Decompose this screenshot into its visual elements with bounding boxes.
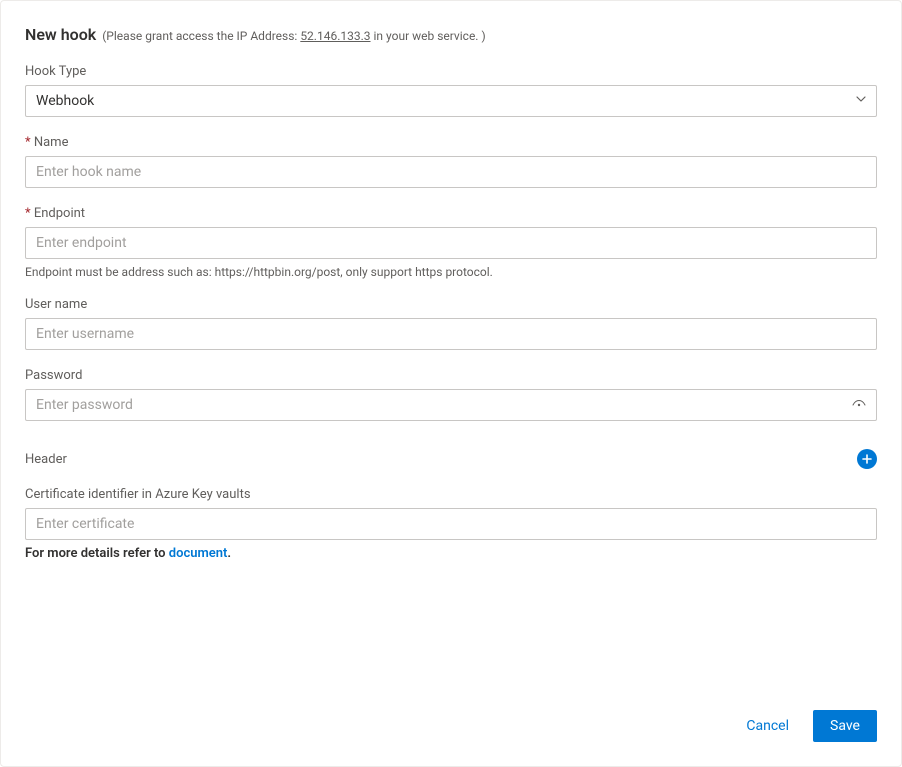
subtitle-suffix: in your web service. ): [371, 29, 486, 43]
username-label: User name: [25, 297, 877, 312]
password-field: Password: [25, 368, 877, 421]
eye-icon[interactable]: [851, 397, 867, 413]
details-prefix: For more details refer to: [25, 546, 169, 561]
details-suffix: .: [227, 546, 231, 561]
form-body: Hook Type Webhook Name Endpoint Endpoint…: [25, 64, 877, 694]
cancel-button[interactable]: Cancel: [730, 710, 805, 742]
plus-icon: [861, 453, 873, 465]
hook-type-select-wrapper: Webhook: [25, 85, 877, 117]
new-hook-panel: New hook (Please grant access the IP Add…: [0, 0, 902, 767]
details-text: For more details refer to document.: [25, 546, 877, 561]
panel-footer: Cancel Save: [25, 694, 877, 742]
certificate-input[interactable]: [25, 508, 877, 540]
endpoint-helper: Endpoint must be address such as: https:…: [25, 265, 877, 279]
hook-type-field: Hook Type Webhook: [25, 64, 877, 117]
document-link[interactable]: document: [169, 546, 228, 561]
name-field: Name: [25, 135, 877, 188]
password-input[interactable]: [25, 389, 877, 421]
save-button[interactable]: Save: [813, 710, 877, 742]
password-label: Password: [25, 368, 877, 383]
subtitle-prefix: (Please grant access the IP Address:: [102, 29, 300, 43]
hook-type-select[interactable]: Webhook: [25, 85, 877, 117]
password-wrapper: [25, 389, 877, 421]
username-field: User name: [25, 297, 877, 350]
ip-address: 52.146.133.3: [300, 29, 370, 43]
header-section-label: Header: [25, 452, 67, 467]
certificate-label: Certificate identifier in Azure Key vaul…: [25, 487, 877, 502]
name-label: Name: [25, 135, 877, 150]
page-subtitle: (Please grant access the IP Address: 52.…: [102, 29, 485, 43]
add-header-button[interactable]: [857, 449, 877, 469]
endpoint-input[interactable]: [25, 227, 877, 259]
certificate-field: Certificate identifier in Azure Key vaul…: [25, 487, 877, 561]
page-title: New hook: [25, 25, 96, 44]
name-input[interactable]: [25, 156, 877, 188]
endpoint-label: Endpoint: [25, 206, 877, 221]
panel-header: New hook (Please grant access the IP Add…: [25, 25, 877, 44]
hook-type-label: Hook Type: [25, 64, 877, 79]
endpoint-field: Endpoint Endpoint must be address such a…: [25, 206, 877, 279]
header-section-row: Header: [25, 449, 877, 469]
hook-type-value: Webhook: [36, 93, 94, 109]
username-input[interactable]: [25, 318, 877, 350]
